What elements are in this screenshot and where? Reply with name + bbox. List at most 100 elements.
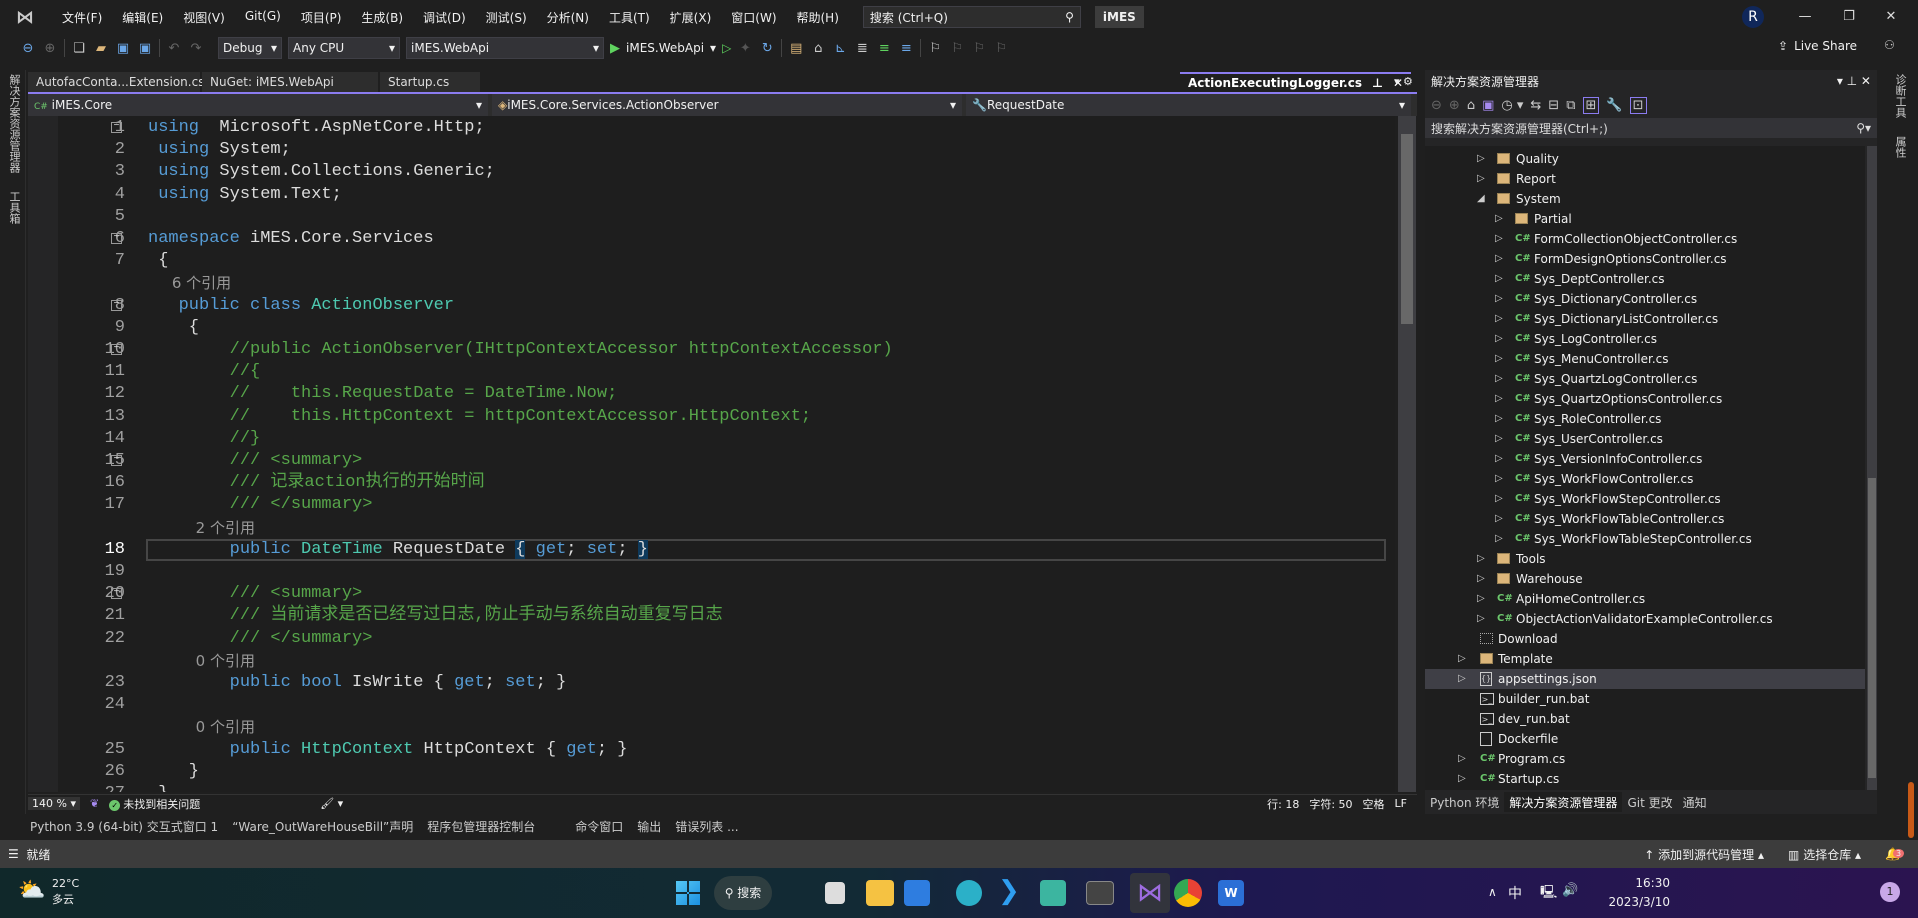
collapsed-arrow-icon[interactable]: ▷ [1495,289,1503,309]
solution-explorer-side-tab[interactable]: 解决方案资源管理器 [6,74,22,173]
tree-item[interactable]: ▷ {} appsettings.json [1425,669,1865,689]
collapsed-arrow-icon[interactable]: ▷ [1477,149,1485,169]
tool-window-tab[interactable]: “Ware_OutWareHouseBill”声明 [232,818,413,835]
taskbar-search[interactable]: ⚲ 搜索 [714,876,772,910]
tree-item[interactable]: ▷ C# Sys_MenuController.cs [1425,349,1865,369]
new-project-icon[interactable]: ❏ [71,41,87,56]
editor-scroll-thumb[interactable] [1401,134,1413,324]
properties-side-tab[interactable]: 属性 [1892,136,1908,158]
codelens-line[interactable]: 2 个引用 [28,517,1395,539]
menu-item[interactable]: 扩展(X) [660,9,722,26]
bookmark-icon[interactable]: ⚐ [927,41,943,56]
chevron-down-icon[interactable]: ▾ [710,41,716,55]
collapsed-arrow-icon[interactable]: ▷ [1495,389,1503,409]
collapse-icon[interactable]: − [111,233,122,244]
minimize-button[interactable]: — [1790,6,1820,28]
prev-bookmark-icon[interactable]: ⚐ [949,41,965,56]
pending-changes-icon[interactable]: ◷ ▾ [1501,98,1523,113]
step-icon[interactable]: ⊾ [832,41,848,56]
tree-item[interactable]: ▷ C# FormCollectionObjectController.cs [1425,229,1865,249]
notification-center-badge[interactable]: 1 [1880,882,1900,902]
redo-icon[interactable]: ↷ [188,41,204,56]
type-dropdown[interactable]: ◈iMES.Core.Services.ActionObserver ▾ [492,94,962,116]
weather-widget[interactable]: 22°C 多云 [52,876,79,908]
toolbox-side-tab[interactable]: 工具箱 [6,191,22,224]
forward-icon[interactable]: ⊕ [42,41,58,56]
collapsed-arrow-icon[interactable]: ▷ [1495,409,1503,429]
tree-item[interactable]: ▷ Warehouse [1425,569,1865,589]
tree-item[interactable]: ▷ Quality [1425,149,1865,169]
visual-studio-taskbar-icon[interactable]: ⋈ [1130,873,1170,913]
open-icon[interactable]: ▰ [93,41,109,56]
volume-icon[interactable]: 🔊 [1562,883,1578,898]
collapsed-arrow-icon[interactable]: ▷ [1458,749,1466,769]
collapsed-arrow-icon[interactable]: ▷ [1477,589,1485,609]
collapsed-arrow-icon[interactable]: ▷ [1495,489,1503,509]
back-icon[interactable]: ⊖ [1431,98,1442,113]
member-dropdown[interactable]: 🔧RequestDate ▾ [966,94,1411,116]
menu-item[interactable]: 调试(D) [413,9,476,26]
start-icon[interactable] [676,881,700,905]
home-icon[interactable]: ⌂ [810,41,826,56]
menu-item[interactable]: 工具(T) [599,9,660,26]
undo-icon[interactable]: ↶ [166,41,182,56]
switch-views-icon[interactable]: ▣ [1482,98,1494,113]
platform-dropdown[interactable]: Any CPU ▾ [288,37,400,59]
run-button[interactable]: iMES.WebApi [626,41,704,55]
reference-count-link[interactable]: 6 个引用 [148,274,231,292]
task-view-icon[interactable] [825,882,845,904]
tree-item[interactable]: ▷ C# Sys_WorkFlowTableStepController.cs [1425,529,1865,549]
menu-item[interactable]: 项目(P) [291,9,352,26]
tree-item[interactable]: ▷ Template [1425,649,1865,669]
properties-icon[interactable]: 🔧 [1606,98,1622,113]
tree-item[interactable]: ▷ C# Sys_WorkFlowController.cs [1425,469,1865,489]
eol-indicator[interactable]: LF [1395,797,1407,810]
collapsed-arrow-icon[interactable]: ▷ [1495,329,1503,349]
run-icon[interactable]: ▶ [610,41,620,56]
forward-icon[interactable]: ⊕ [1449,98,1460,113]
tree-item[interactable]: ▷ C# Sys_DictionaryListController.cs [1425,309,1865,329]
collapsed-arrow-icon[interactable]: ▷ [1495,269,1503,289]
tab-action-executing-logger[interactable]: ActionExecutingLogger.cs ⊥ ✕ [1180,72,1412,93]
code-editor[interactable]: 1− using Microsoft.AspNetCore.Http; 2 usin… [28,116,1395,792]
collapsed-arrow-icon[interactable]: ▷ [1458,649,1466,669]
tree-item[interactable]: ◢ System [1425,189,1865,209]
show-all-files-icon[interactable]: ⧉ [1566,98,1575,113]
notifications-bell-icon[interactable]: 🔔3 [1885,847,1905,861]
tree-item[interactable]: ▷ C# Sys_LogController.cs [1425,329,1865,349]
terminal-icon[interactable] [1086,881,1114,905]
tree-item[interactable]: ▷ C# FormDesignOptionsController.cs [1425,249,1865,269]
tab-autofac[interactable]: AutofacConta...Extension.cs [28,72,204,93]
collapsed-arrow-icon[interactable]: ▷ [1495,509,1503,529]
tree-item[interactable]: ▷ C# Sys_QuartzOptionsController.cs [1425,389,1865,409]
tree-item[interactable]: ▷ C# Sys_DictionaryController.cs [1425,289,1865,309]
tree-item[interactable]: Dockerfile [1425,729,1865,749]
menu-item[interactable]: 帮助(H) [787,9,849,26]
select-repo[interactable]: ▥ 选择仓库 ▴ [1788,846,1861,863]
reference-count-link[interactable]: 0 个引用 [148,718,255,736]
tree-item[interactable]: ▷ Report [1425,169,1865,189]
menu-item[interactable]: 测试(S) [476,9,537,26]
reference-count-link[interactable]: 2 个引用 [148,519,255,537]
collapsed-arrow-icon[interactable]: ▷ [1495,429,1503,449]
tree-item[interactable]: >_ dev_run.bat [1425,709,1865,729]
collapsed-arrow-icon[interactable]: ▷ [1495,209,1503,229]
sync-icon[interactable]: ⇆ [1530,98,1541,113]
collapse-icon[interactable]: − [111,299,122,311]
run-without-debug-icon[interactable]: ▷ [722,41,731,55]
preview-icon[interactable]: ⊡ [1629,96,1647,114]
save-icon[interactable]: ▣ [115,41,131,56]
tree-item[interactable]: ▷ C# Sys_WorkFlowTableController.cs [1425,509,1865,529]
bottom-tab[interactable]: Git 更改 [1622,792,1677,812]
codelens-line[interactable]: 6 个引用 [28,272,1395,294]
tool-window-tab[interactable]: 命令窗口 [575,818,623,835]
collapsed-arrow-icon[interactable]: ▷ [1495,349,1503,369]
indent-icon[interactable]: ≡ [876,41,892,56]
menu-item[interactable]: 视图(V) [173,9,235,26]
network-icon[interactable]: 🖳 [1540,883,1557,905]
home-icon[interactable]: ⌂ [1467,98,1475,113]
codelens-line[interactable]: 0 个引用 [28,650,1395,672]
tree-item[interactable]: ▷ C# Program.cs [1425,749,1865,769]
codelens-line[interactable]: 0 个引用 [28,716,1395,738]
reference-count-link[interactable]: 0 个引用 [148,652,255,670]
